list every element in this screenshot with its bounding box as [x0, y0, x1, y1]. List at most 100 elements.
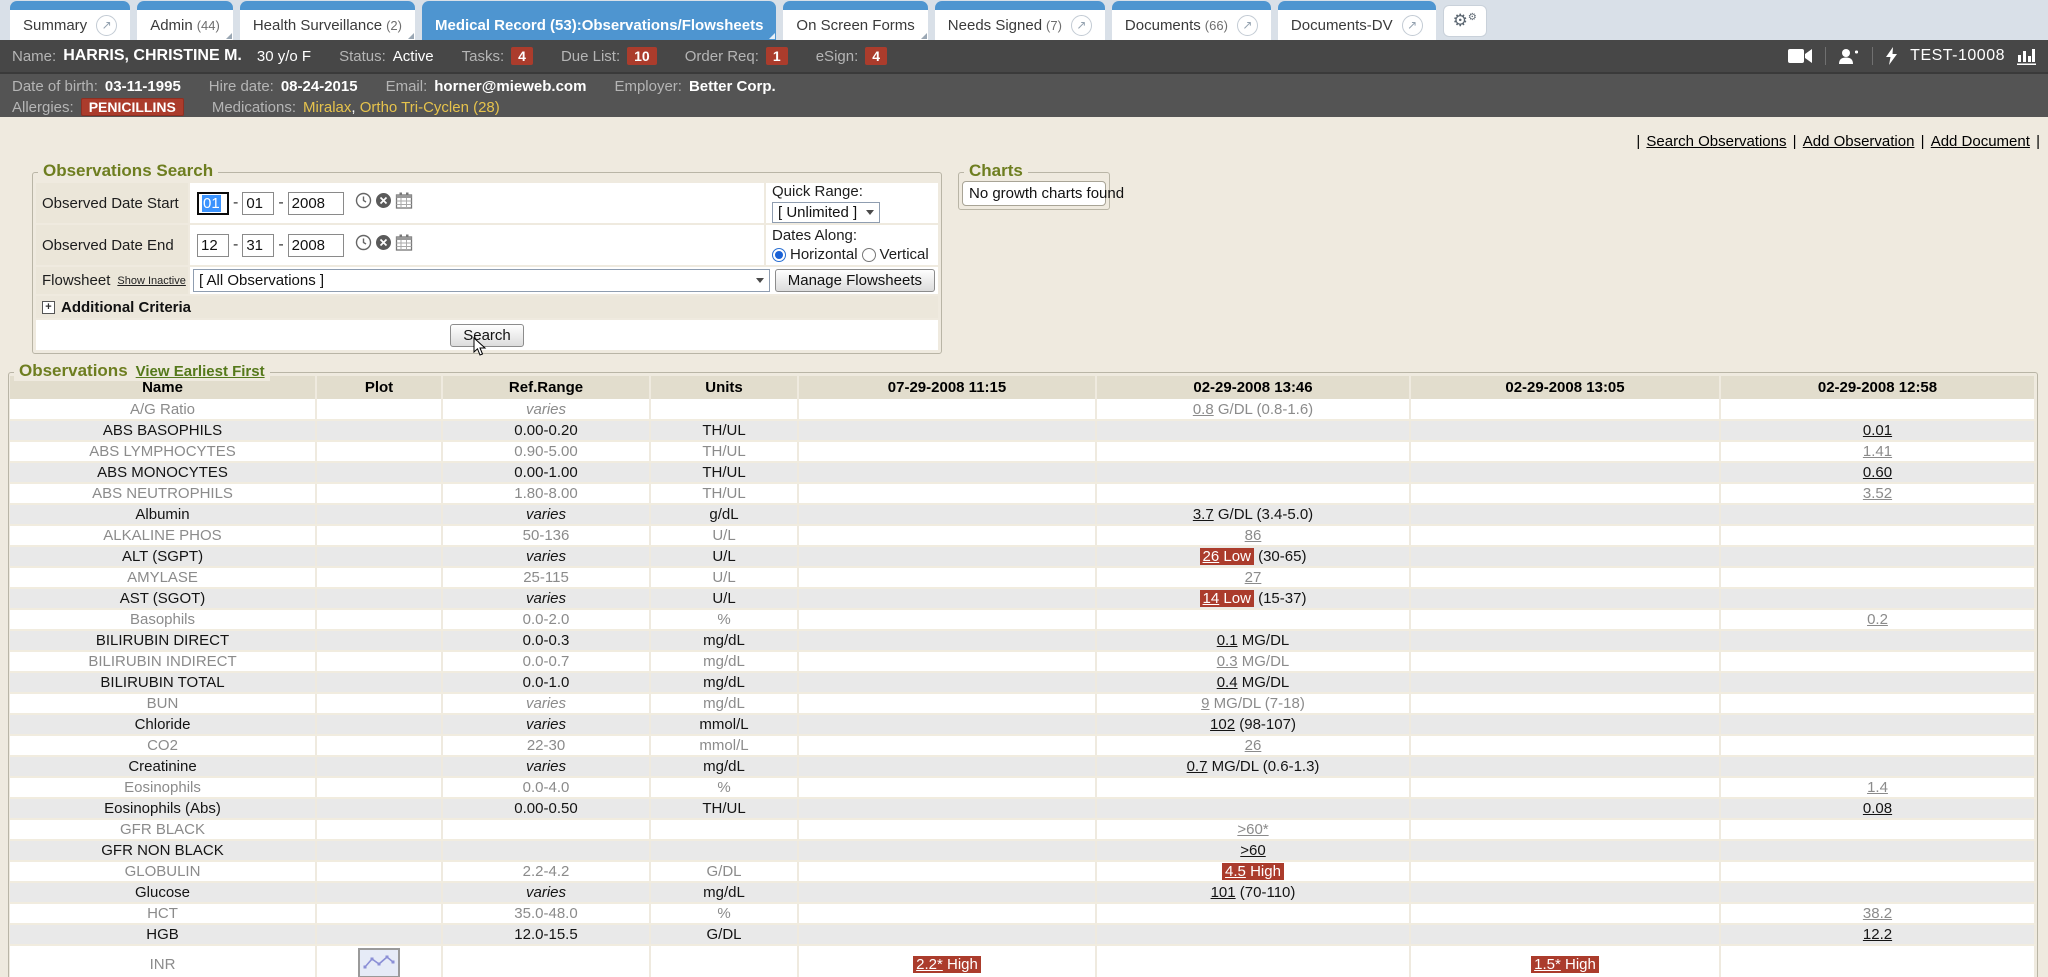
- bar-chart-icon[interactable]: [2017, 47, 2036, 65]
- tab-summary[interactable]: Summary↗: [10, 1, 130, 40]
- esign-badge[interactable]: 4: [865, 47, 887, 65]
- observation-value-link[interactable]: 3.7: [1193, 506, 1214, 523]
- open-new-window-icon[interactable]: ↗: [96, 15, 117, 36]
- observation-name: Albumin: [10, 504, 316, 525]
- date-end-day-input[interactable]: 31: [242, 234, 274, 257]
- quick-range-select[interactable]: [ Unlimited ]: [772, 202, 880, 223]
- open-new-window-icon[interactable]: ↗: [1237, 15, 1258, 36]
- action-link-add-document[interactable]: Add Document: [1931, 133, 2030, 150]
- date-start-day-input[interactable]: 01: [242, 192, 274, 215]
- allergy-badge[interactable]: PENICILLINS: [81, 98, 184, 116]
- observation-value-link[interactable]: 102: [1210, 716, 1235, 733]
- observation-value-link[interactable]: 4.5: [1225, 863, 1246, 880]
- flowsheet-label-cell: Flowsheet Show Inactive: [36, 267, 188, 294]
- video-camera-icon[interactable]: [1788, 48, 1813, 64]
- observation-value-link[interactable]: 2.2*: [916, 956, 943, 973]
- order-req-badge[interactable]: 1: [766, 47, 788, 65]
- observation-value-link[interactable]: 0.2: [1867, 611, 1888, 628]
- date-end-month-input[interactable]: 12: [197, 234, 229, 257]
- settings-tab[interactable]: ⚙⚙: [1443, 5, 1487, 37]
- open-new-window-icon[interactable]: ↗: [1402, 15, 1423, 36]
- tab-health-surveillance[interactable]: Health Surveillance(2): [240, 1, 415, 40]
- search-button[interactable]: Search: [450, 324, 524, 347]
- radio-vertical[interactable]: [862, 248, 876, 262]
- ref-range: varies: [442, 504, 650, 525]
- tab-count: (7): [1046, 18, 1062, 33]
- observation-value-link[interactable]: 26: [1245, 737, 1262, 754]
- view-earliest-first-link[interactable]: View Earliest First: [136, 363, 265, 380]
- observation-value-link[interactable]: 86: [1245, 527, 1262, 544]
- observation-value-link[interactable]: 12.2: [1863, 926, 1892, 943]
- sparkline-plot-icon[interactable]: [358, 948, 400, 977]
- clear-date-icon[interactable]: [375, 192, 392, 214]
- observation-value-link[interactable]: 0.1: [1217, 632, 1238, 649]
- observation-value-cell: [798, 924, 1096, 945]
- open-new-window-icon[interactable]: ↗: [1071, 15, 1092, 36]
- observation-value-link[interactable]: 1.5*: [1534, 956, 1561, 973]
- time-icon[interactable]: [355, 234, 372, 256]
- observation-value-link[interactable]: 14: [1203, 590, 1220, 607]
- observation-value-link[interactable]: >60*: [1237, 821, 1268, 838]
- email-value[interactable]: horner@mieweb.com: [434, 78, 586, 95]
- calendar-icon[interactable]: [395, 192, 413, 214]
- quick-range-cell: Quick Range: [ Unlimited ]: [766, 183, 938, 223]
- observation-value-link[interactable]: 0.7: [1187, 758, 1208, 775]
- tab-needs-signed[interactable]: Needs Signed(7)↗: [935, 1, 1105, 40]
- radio-horizontal[interactable]: [772, 248, 786, 262]
- units: mg/dL: [650, 651, 798, 672]
- plot-cell: [316, 903, 442, 924]
- units: [650, 399, 798, 420]
- clear-date-icon[interactable]: [375, 234, 392, 256]
- observation-value-cell: 0.8 G/DL (0.8-1.6): [1096, 399, 1410, 420]
- medication-link[interactable]: Ortho Tri-Cyclen (28): [360, 99, 500, 116]
- observation-value-link[interactable]: 3.52: [1863, 485, 1892, 502]
- tab-label: Documents-DV: [1291, 17, 1393, 34]
- time-icon[interactable]: [355, 192, 372, 214]
- column-header: Units: [650, 376, 798, 399]
- table-row: BILIRUBIN TOTAL0.0-1.0mg/dL0.4 MG/DL: [10, 672, 2035, 693]
- lightning-icon[interactable]: [1885, 47, 1898, 65]
- dates-along-cell: Dates Along: Horizontal Vertical: [766, 225, 938, 265]
- date-end-year-input[interactable]: 2008: [288, 234, 344, 257]
- observation-value-link[interactable]: 0.4: [1217, 674, 1238, 691]
- table-row: ABS MONOCYTES0.00-1.00TH/UL0.60: [10, 462, 2035, 483]
- manage-flowsheets-button[interactable]: Manage Flowsheets: [775, 269, 935, 292]
- tab-count: (66): [1205, 18, 1228, 33]
- tab-documents-dv[interactable]: Documents-DV ↗: [1278, 1, 1436, 40]
- medication-link[interactable]: Miralax: [303, 99, 351, 116]
- tab-documents[interactable]: Documents(66)↗: [1112, 1, 1271, 40]
- tab-on-screen-forms[interactable]: On Screen Forms: [783, 1, 927, 40]
- observation-value-link[interactable]: 1.4: [1867, 779, 1888, 796]
- flowsheet-select[interactable]: [ All Observations ]: [193, 269, 770, 292]
- observation-value-link[interactable]: 101: [1211, 884, 1236, 901]
- observation-name: Basophils: [10, 609, 316, 630]
- add-person-icon[interactable]: [1838, 48, 1860, 65]
- tasks-badge[interactable]: 4: [511, 47, 533, 65]
- action-link-search-observations[interactable]: Search Observations: [1646, 133, 1786, 150]
- observation-value-link[interactable]: >60: [1240, 842, 1265, 859]
- action-link-add-observation[interactable]: Add Observation: [1803, 133, 1915, 150]
- observation-value-link[interactable]: 9: [1201, 695, 1209, 712]
- observation-value-link[interactable]: 0.08: [1863, 800, 1892, 817]
- observation-value-link[interactable]: 0.8: [1193, 401, 1214, 418]
- table-row: AMYLASE25-115U/L27: [10, 567, 2035, 588]
- observation-value-link[interactable]: 38.2: [1863, 905, 1892, 922]
- observation-value-link[interactable]: 0.01: [1863, 422, 1892, 439]
- observation-value-cell: [1410, 777, 1720, 798]
- tab-admin[interactable]: Admin(44): [137, 1, 233, 40]
- due-list-badge[interactable]: 10: [627, 47, 657, 65]
- observation-value-link[interactable]: 1.41: [1863, 443, 1892, 460]
- observation-value-link[interactable]: 0.3: [1217, 653, 1238, 670]
- observation-value-link[interactable]: 26: [1203, 548, 1220, 565]
- observation-value-link[interactable]: 27: [1245, 569, 1262, 586]
- date-start-month-input[interactable]: 01: [197, 192, 229, 215]
- observation-value-cell: [1410, 693, 1720, 714]
- tab-medical-record-53-observations-flowsheet[interactable]: Medical Record (53):Observations/Flowshe…: [422, 1, 776, 40]
- calendar-icon[interactable]: [395, 234, 413, 256]
- show-inactive-link[interactable]: Show Inactive: [117, 275, 185, 287]
- date-start-label: Observed Date Start: [36, 183, 188, 223]
- additional-criteria-toggle[interactable]: + Additional Criteria: [36, 296, 938, 318]
- expand-plus-icon[interactable]: +: [42, 301, 55, 314]
- date-start-year-input[interactable]: 2008: [288, 192, 344, 215]
- observation-value-link[interactable]: 0.60: [1863, 464, 1892, 481]
